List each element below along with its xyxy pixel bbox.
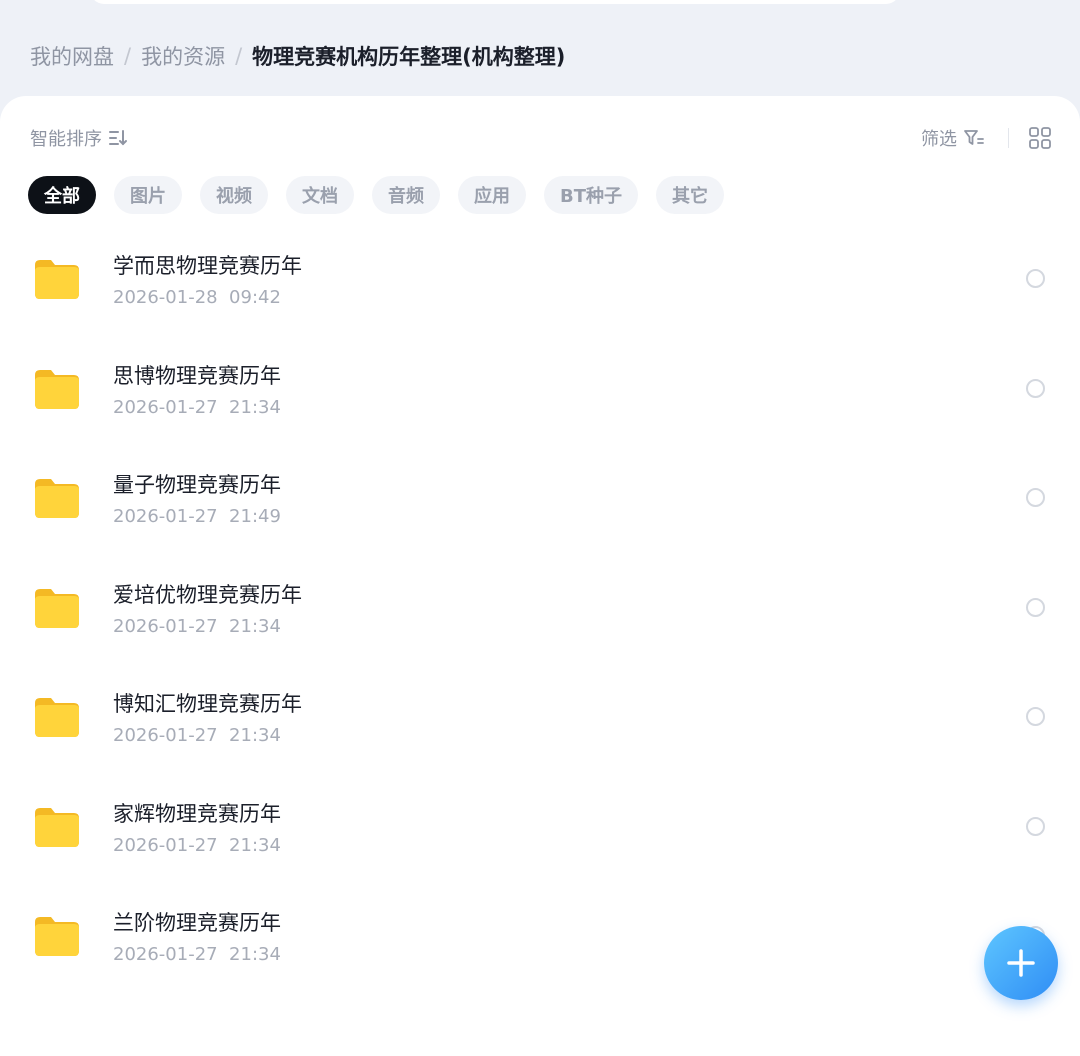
grid-view-icon[interactable]: [1028, 126, 1052, 150]
file-name: 博知汇物理竞赛历年: [113, 692, 302, 716]
list-item[interactable]: 学而思物理竞赛历年 2026-01-28 09:42: [0, 228, 1080, 338]
breadcrumb-my-resources[interactable]: 我的资源: [141, 41, 225, 71]
folder-icon: [35, 917, 79, 956]
filter-icon: [964, 130, 984, 145]
file-date: 2026-01-27 21:34: [113, 944, 281, 965]
file-date: 2026-01-27 21:49: [113, 506, 281, 527]
tab-apps[interactable]: 应用: [458, 176, 526, 214]
file-date: 2026-01-27 21:34: [113, 615, 281, 637]
list-item[interactable]: 思博物理竞赛历年 2026-01-27 21:34: [0, 338, 1080, 448]
add-button[interactable]: [984, 926, 1058, 1000]
tab-all[interactable]: 全部: [28, 176, 96, 214]
tab-images[interactable]: 图片: [114, 176, 182, 214]
file-type-tabs: 全部 图片 视频 文档 音频 应用 BT种子 其它: [28, 176, 742, 214]
list-item[interactable]: 家辉物理竞赛历年 2026-01-27 21:34: [0, 776, 1080, 886]
list-item[interactable]: 量子物理竞赛历年 2026-01-27 21:49: [0, 447, 1080, 557]
folder-icon: [35, 260, 79, 299]
breadcrumb: 我的网盘 / 我的资源 / 物理竞赛机构历年整理(机构整理): [30, 40, 565, 72]
tab-other[interactable]: 其它: [656, 176, 724, 214]
select-radio[interactable]: [1026, 378, 1045, 398]
file-date: 2026-01-27 21:34: [113, 725, 281, 746]
file-name: 家辉物理竞赛历年: [113, 801, 281, 826]
select-radio[interactable]: [1026, 816, 1045, 836]
breadcrumb-current-folder: 物理竞赛机构历年整理(机构整理): [252, 45, 566, 69]
list-item[interactable]: 爱培优物理竞赛历年 2026-01-27 21:34: [0, 557, 1080, 667]
select-radio[interactable]: [1026, 707, 1045, 726]
breadcrumb-separator: /: [235, 44, 243, 68]
list-item[interactable]: 兰阶物理竞赛历年 2026-01-27 21:34: [0, 885, 1080, 995]
tab-videos[interactable]: 视频: [200, 176, 268, 214]
file-name: 思博物理竞赛历年: [113, 363, 281, 388]
tab-bt-torrents[interactable]: BT种子: [544, 176, 638, 214]
breadcrumb-my-disk[interactable]: 我的网盘: [30, 41, 114, 71]
select-radio[interactable]: [1026, 488, 1045, 507]
list-item[interactable]: 博知汇物理竞赛历年 2026-01-27 21:34: [0, 666, 1080, 776]
file-date: 2026-01-27 21:34: [113, 396, 281, 418]
folder-icon: [35, 698, 79, 737]
sort-icon: [109, 130, 127, 146]
file-name: 爱培优物理竞赛历年: [113, 582, 302, 607]
file-list: 学而思物理竞赛历年 2026-01-28 09:42 思博物理竞赛历年 2026…: [0, 228, 1080, 995]
toolbar-divider: [1008, 128, 1009, 148]
sort-label: 智能排序: [30, 129, 102, 150]
file-name: 量子物理竞赛历年: [113, 473, 281, 497]
folder-icon: [35, 588, 79, 628]
file-date: 2026-01-28 09:42: [113, 287, 281, 308]
file-name: 学而思物理竞赛历年: [113, 254, 302, 278]
breadcrumb-separator: /: [124, 44, 132, 68]
filter-label: 筛选: [921, 129, 957, 150]
folder-icon: [35, 369, 79, 409]
search-bar-edge: [90, 0, 900, 4]
tab-audio[interactable]: 音频: [372, 176, 440, 214]
select-radio[interactable]: [1026, 269, 1045, 288]
folder-icon: [35, 807, 79, 847]
folder-icon: [35, 479, 79, 518]
sort-button[interactable]: 智能排序: [30, 124, 128, 152]
file-date: 2026-01-27 21:34: [113, 834, 281, 856]
plus-icon: [1007, 949, 1035, 977]
tab-documents[interactable]: 文档: [286, 176, 354, 214]
select-radio[interactable]: [1026, 597, 1045, 617]
file-name: 兰阶物理竞赛历年: [113, 911, 281, 935]
filter-button[interactable]: 筛选: [921, 124, 985, 152]
